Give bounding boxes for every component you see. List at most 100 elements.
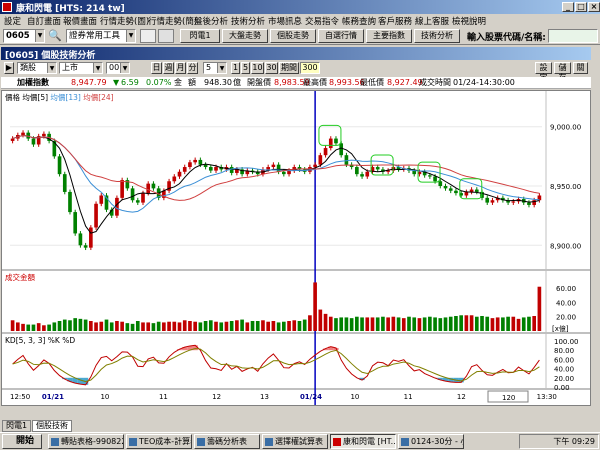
item-select[interactable]: 001 ▼ (106, 62, 130, 74)
collapse-toggle[interactable]: ▶ (4, 62, 14, 74)
chevron-down-icon[interactable]: ▼ (93, 63, 102, 73)
chevron-down-icon[interactable]: ▼ (120, 63, 129, 73)
candle-body (365, 171, 370, 177)
chevron-down-icon[interactable]: ▼ (126, 30, 135, 42)
task-item-active[interactable]: 康和閃電 [HT... (330, 434, 396, 449)
candle-body (193, 159, 197, 163)
stock-code-field[interactable]: 0605 ▼ (3, 29, 45, 43)
menu-technical[interactable]: 技術分析 (231, 15, 265, 27)
close-button[interactable]: × (588, 2, 600, 12)
exchange-select[interactable]: 上市 ▼ (59, 62, 103, 74)
ma5-legend: 均價[5] (22, 93, 49, 102)
menu-trend-chart[interactable]: 行情走勢(圖) (100, 15, 149, 27)
x-axis-label: 12 (212, 393, 221, 401)
search-icon[interactable]: 🔍 (48, 29, 62, 43)
inner-window-title: [0605] 個股技術分析 (5, 51, 96, 61)
maximize-button[interactable]: □ (575, 2, 587, 12)
market-select[interactable]: 類股 ▼ (17, 62, 57, 74)
menu-customer-service[interactable]: 客戶服務 (378, 15, 412, 27)
price-tick-label: 8,950.00 (550, 183, 581, 191)
save-icon[interactable] (158, 29, 174, 43)
menu-account[interactable]: 帳務查詢 (342, 15, 376, 27)
task-item[interactable]: 籌碼分析表 (194, 434, 260, 449)
period-day-button[interactable]: 日 (151, 62, 162, 74)
menu-settings[interactable]: 設定 (4, 15, 21, 27)
volume-bar (229, 321, 234, 331)
minute-5-button[interactable]: 5 (241, 62, 250, 74)
menu-online-support[interactable]: 線上客服 (415, 15, 449, 27)
stock-input-field[interactable] (548, 29, 598, 43)
menu-custom-screen[interactable]: 自訂畫面 (27, 15, 61, 27)
period-label[interactable]: 期間 (279, 62, 299, 74)
minimize-button[interactable]: _ (562, 2, 574, 12)
candle-body (454, 190, 458, 194)
volume-bar (501, 317, 505, 331)
volume-bar (99, 321, 104, 331)
start-button[interactable]: 開始 (2, 434, 42, 449)
chevron-down-icon[interactable]: ▼ (35, 30, 44, 42)
menu-market-news[interactable]: 市場訊息 (268, 15, 302, 27)
chevron-down-icon[interactable]: ▼ (47, 63, 56, 73)
minute-1-button[interactable]: 1 (231, 62, 240, 74)
stock-input-label: 輸入股票代碼/名稱: (467, 33, 546, 43)
index-trend-button[interactable]: 大盤走勢 (222, 29, 268, 43)
volume-bar (537, 286, 542, 331)
window-titlebar: 康和閃電 [HTS: 214 tw] _ □ × (0, 0, 600, 14)
quick1-button[interactable]: 閃電1 (180, 29, 220, 43)
volume-bar (281, 321, 286, 331)
volume-bar (36, 323, 41, 331)
minute-10-button[interactable]: 10 (251, 62, 264, 74)
windows-taskbar: 開始 轉貼表格-990822 TEO成本-計算表 籌碼分析表 選擇權試算表 康和… (0, 432, 600, 450)
x-axis-label: 13 (260, 393, 269, 401)
menu-after-market[interactable]: 盤後分析 (194, 15, 228, 27)
candle-body (339, 143, 344, 156)
volume-bar (83, 319, 88, 331)
candle-body (42, 133, 46, 137)
minute-select[interactable]: 5 ▼ (203, 62, 227, 74)
volume-bar (57, 321, 62, 331)
technical-chart[interactable]: 9,000.00 8,950.00 8,900.00 60.00 40.00 20.00[… (1, 90, 591, 406)
candle-body (135, 200, 140, 203)
bar-count-field[interactable]: 300 (300, 62, 320, 74)
candle-body (433, 176, 437, 182)
candle-body (208, 167, 213, 171)
candle-body (214, 167, 218, 171)
period-month-button[interactable]: 月 (175, 62, 186, 74)
task-item[interactable]: 轉貼表格-990822 (48, 434, 124, 449)
close-panel-button[interactable]: 關 (573, 62, 588, 74)
system-tray: 下午 09:29 (519, 434, 599, 449)
menu-trade[interactable]: 交易指令 (305, 15, 339, 27)
period-minute-button[interactable]: 分 (187, 62, 198, 74)
x-axis-label: 13:30 (537, 393, 557, 401)
tool-select[interactable]: 證券常用工具 ▼ (66, 29, 136, 43)
task-item[interactable]: 0124-30分 - 小... (398, 434, 464, 449)
volume-bar (527, 316, 531, 331)
trade-time: 01/24-14:30:00 (453, 78, 515, 87)
tool-icon[interactable] (140, 29, 156, 43)
major-index-button[interactable]: 主要指數 (366, 29, 412, 43)
settings-button[interactable]: 設定 (535, 62, 552, 82)
task-item[interactable]: 選擇權試算表 (262, 434, 328, 449)
chevron-down-icon[interactable]: ▼ (217, 63, 226, 73)
candle-body (266, 167, 271, 170)
volume-bar (532, 316, 537, 331)
period-week-button[interactable]: 週 (163, 62, 174, 74)
menu-quote-screen[interactable]: 報價畫面 (63, 15, 97, 27)
watchlist-button[interactable]: 自選行情 (318, 29, 364, 43)
tab-flash[interactable]: 閃電1 (2, 420, 32, 432)
task-item[interactable]: TEO成本-計算表 (126, 434, 192, 449)
candle-body (438, 181, 443, 186)
candle-body (172, 176, 177, 182)
window-icon (333, 438, 341, 446)
menu-help[interactable]: 檢視說明 (452, 15, 486, 27)
stock-trend-button[interactable]: 個股走勢 (270, 29, 316, 43)
menu-trend-simple[interactable]: 行情走勢(簡) (148, 15, 197, 27)
tab-technical[interactable]: 個股技術 (32, 420, 72, 432)
save-button[interactable]: 儲存 (554, 62, 571, 82)
minute-30-button[interactable]: 30 (265, 62, 278, 74)
candle-body (141, 193, 145, 203)
time-label: 成交時間 (419, 78, 451, 87)
chart-svg[interactable]: 9,000.008,950.008,900.0060.0040.0020.00[… (2, 91, 590, 405)
technical-analysis-button[interactable]: 技術分析 (414, 29, 460, 43)
volume-bar (26, 324, 31, 331)
